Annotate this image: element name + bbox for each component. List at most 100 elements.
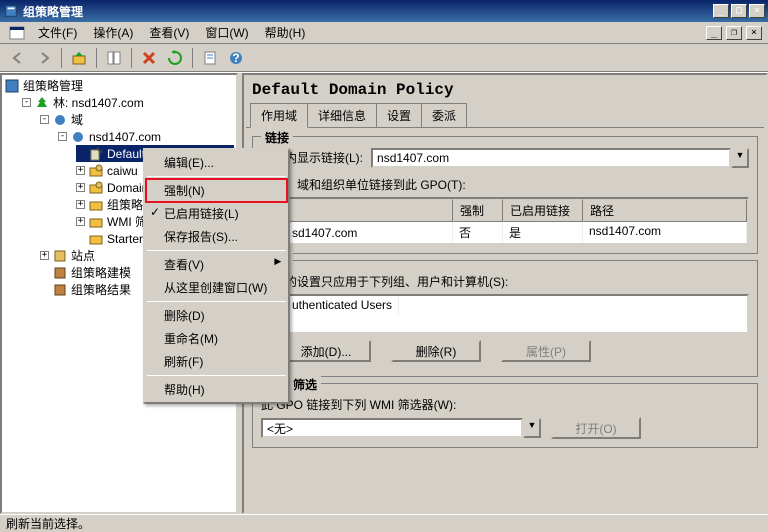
- details-pane: Default Domain Policy 作用域 详细信息 设置 委派 链接 …: [242, 73, 768, 514]
- status-bar: 刷新当前选择。: [0, 514, 768, 532]
- refresh-icon[interactable]: [163, 46, 187, 70]
- folder-icon: [88, 232, 104, 246]
- show-links-input[interactable]: [371, 148, 731, 168]
- ctx-edit[interactable]: 编辑(E)...: [146, 151, 287, 174]
- links-group: 链接 位置内显示链接(L): ▼ 站点、域和组织单位链接到此 GPO(T): 强…: [252, 136, 758, 254]
- tree-starter-label: Starter: [107, 232, 143, 246]
- collapse-icon[interactable]: -: [58, 132, 67, 141]
- results-icon: [52, 283, 68, 297]
- remove-button[interactable]: 删除(R): [391, 340, 481, 362]
- filter-group: 筛选 D 内的设置只应用于下列组、用户和计算机(S): uthenticated…: [252, 260, 758, 377]
- tree-root[interactable]: 组策略管理: [4, 77, 234, 94]
- ctx-separator: [147, 176, 286, 177]
- modeling-icon: [52, 266, 68, 280]
- table-row[interactable]: sd1407.com 否 是 nsd1407.com: [263, 222, 747, 243]
- ou-icon: [88, 164, 104, 178]
- app-icon: [3, 3, 19, 19]
- links-grid[interactable]: 强制 已启用链接 路径 sd1407.com 否 是 nsd1407.com: [261, 197, 749, 245]
- folder-icon: [88, 215, 104, 229]
- filter-grid[interactable]: uthenticated Users: [261, 294, 749, 334]
- mdi-minimize-button[interactable]: _: [706, 26, 722, 40]
- menu-help[interactable]: 帮助(H): [259, 22, 312, 43]
- domains-icon: [52, 113, 68, 127]
- ctx-new-window[interactable]: 从这里创建窗口(W): [146, 276, 287, 299]
- maximize-button[interactable]: □: [731, 4, 747, 18]
- ou-icon: [88, 181, 104, 195]
- menu-file[interactable]: 文件(F): [32, 22, 83, 43]
- ctx-separator: [147, 301, 286, 302]
- ctx-link-enabled[interactable]: ✓已启用链接(L): [146, 202, 287, 225]
- forest-icon: [34, 96, 50, 110]
- combo-dropdown-icon[interactable]: ▼: [523, 418, 541, 438]
- collapse-icon[interactable]: -: [40, 115, 49, 124]
- menu-action[interactable]: 操作(A): [87, 22, 139, 43]
- ctx-enforce[interactable]: 强制(N): [146, 179, 287, 202]
- gpo-link-icon: [88, 147, 104, 161]
- ctx-save-report[interactable]: 保存报告(S)...: [146, 225, 287, 248]
- row-link-enabled: 是: [503, 222, 583, 243]
- expand-icon[interactable]: +: [76, 183, 85, 192]
- collapse-icon[interactable]: -: [22, 98, 31, 107]
- filter-desc: D 内的设置只应用于下列组、用户和计算机(S):: [261, 273, 749, 290]
- tree-gpmodel-label: 组策略建模: [71, 264, 131, 281]
- add-button[interactable]: 添加(D)...: [281, 340, 371, 362]
- tree-forest[interactable]: - 林: nsd1407.com: [22, 94, 234, 111]
- minimize-button[interactable]: _: [713, 4, 729, 18]
- ctx-view[interactable]: 查看(V)▶: [146, 253, 287, 276]
- tree-sites-label: 站点: [71, 247, 95, 264]
- properties-button[interactable]: 属性(P): [501, 340, 591, 362]
- main-area: 组策略管理 - 林: nsd1407.com -: [0, 72, 768, 514]
- col-location[interactable]: [263, 199, 453, 222]
- up-button[interactable]: [67, 46, 91, 70]
- row-enforced: 否: [453, 222, 503, 243]
- expand-icon[interactable]: +: [76, 217, 85, 226]
- close-button[interactable]: ×: [749, 4, 765, 18]
- ctx-delete[interactable]: 删除(D): [146, 304, 287, 327]
- show-hide-button[interactable]: [102, 46, 126, 70]
- col-path[interactable]: 路径: [583, 199, 747, 222]
- sites-icon: [52, 249, 68, 263]
- menu-view[interactable]: 查看(V): [143, 22, 195, 43]
- mdi-close-button[interactable]: ×: [746, 26, 762, 40]
- table-row[interactable]: uthenticated Users: [263, 296, 747, 314]
- expand-icon[interactable]: +: [40, 251, 49, 260]
- expand-icon[interactable]: +: [76, 166, 85, 175]
- properties-icon[interactable]: [198, 46, 222, 70]
- gpmc-icon: [4, 79, 20, 93]
- tree-domains-label: 域: [71, 111, 83, 128]
- system-menu-icon[interactable]: [6, 23, 28, 43]
- expand-icon[interactable]: +: [76, 200, 85, 209]
- tab-delegation[interactable]: 委派: [421, 103, 467, 127]
- open-button[interactable]: 打开(O): [551, 417, 641, 439]
- help-icon[interactable]: ?: [224, 46, 248, 70]
- tree-caiwu-label: caiwu: [107, 164, 138, 178]
- col-enforced[interactable]: 强制: [453, 199, 503, 222]
- menu-window[interactable]: 窗口(W): [199, 22, 254, 43]
- forward-button[interactable]: [32, 46, 56, 70]
- tab-settings[interactable]: 设置: [376, 103, 422, 127]
- col-link-enabled[interactable]: 已启用链接: [503, 199, 583, 222]
- ctx-refresh[interactable]: 刷新(F): [146, 350, 287, 373]
- tab-scope[interactable]: 作用域: [250, 103, 308, 128]
- details-heading: Default Domain Policy: [246, 77, 764, 103]
- wmi-combo[interactable]: ▼: [261, 418, 541, 438]
- ctx-separator: [147, 250, 286, 251]
- tree-gpobjects-label: 组策略: [107, 196, 143, 213]
- combo-dropdown-icon[interactable]: ▼: [731, 148, 749, 168]
- ctx-help[interactable]: 帮助(H): [146, 378, 287, 401]
- tab-details[interactable]: 详细信息: [307, 103, 377, 127]
- wmi-input[interactable]: [261, 418, 523, 438]
- toolbar: ?: [0, 44, 768, 72]
- show-links-combo[interactable]: ▼: [371, 148, 749, 168]
- ctx-rename[interactable]: 重命名(M): [146, 327, 287, 350]
- delete-button[interactable]: [137, 46, 161, 70]
- filter-row: uthenticated Users: [292, 298, 392, 312]
- tree-domain[interactable]: - nsd1407.com: [58, 128, 234, 145]
- mdi-restore-button[interactable]: ❐: [726, 26, 742, 40]
- tree-domains[interactable]: - 域: [40, 111, 234, 128]
- back-button[interactable]: [6, 46, 30, 70]
- row-location: sd1407.com: [292, 226, 357, 240]
- links-legend: 链接: [261, 129, 293, 146]
- wmi-desc: 此 GPO 链接到下列 WMI 筛选器(W):: [261, 396, 749, 413]
- tree-forest-label: 林: nsd1407.com: [53, 94, 144, 111]
